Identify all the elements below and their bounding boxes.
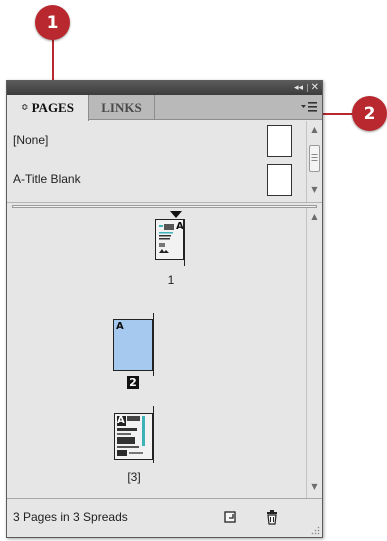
tab-pages-label: PAGES [31, 100, 74, 115]
master-item-none[interactable]: [None] [7, 122, 300, 160]
page-number-label: [3] [127, 470, 141, 484]
collapse-panel-icon[interactable]: ◂◂ [294, 81, 303, 95]
callout-2-number: 2 [363, 103, 376, 124]
master-thumbnail[interactable] [267, 164, 292, 196]
master-label: A-Title Blank [13, 172, 81, 186]
grip-lines-icon [311, 154, 318, 161]
page-thumbnail-1[interactable]: A [155, 219, 184, 260]
master-prefix: A [117, 415, 125, 426]
tab-pages[interactable]: ≎ PAGES [7, 95, 89, 121]
scroll-down-arrow-icon[interactable]: ▼ [307, 185, 322, 197]
pages-panel: ◂◂ ✕ ≎ PAGES LINKS [None] A-Title Blank … [6, 80, 323, 538]
new-page-icon[interactable] [222, 509, 238, 525]
delete-page-icon[interactable] [264, 509, 280, 525]
scrollbar-thumb[interactable] [309, 145, 320, 172]
master-label: [None] [13, 133, 49, 147]
master-prefix: A [176, 221, 184, 232]
tab-links[interactable]: LINKS [89, 95, 155, 120]
spread-spine [153, 406, 154, 463]
callout-1-number: 1 [46, 12, 59, 33]
spread-spine [184, 219, 185, 266]
master-item-a-title-blank[interactable]: A-Title Blank [7, 161, 300, 199]
current-spread-indicator-icon [170, 211, 182, 218]
masters-scrollbar[interactable]: ▲ ▼ [306, 121, 322, 202]
pages-section: A 1 A 2 A [3] ▲ ▼ [7, 208, 322, 499]
master-prefix: A [116, 321, 124, 332]
masters-section: [None] A-Title Blank ▲ ▼ [7, 121, 322, 202]
panel-status-bar: 3 Pages in 3 Spreads [7, 498, 322, 537]
tab-cycle-arrows-icon: ≎ [21, 103, 29, 113]
panel-tab-bar: ≎ PAGES LINKS [7, 95, 322, 121]
close-panel-icon[interactable]: ✕ [311, 81, 319, 95]
callout-1-badge: 1 [35, 5, 70, 40]
page-number-label: 1 [167, 273, 175, 287]
scroll-up-arrow-icon[interactable]: ▲ [307, 212, 322, 224]
page-thumbnail-2[interactable]: A [113, 319, 153, 371]
page-count-status: 3 Pages in 3 Spreads [13, 510, 128, 524]
spread-spine [153, 313, 154, 376]
resize-grip-icon[interactable] [310, 525, 320, 535]
callout-2-badge: 2 [352, 96, 387, 131]
pages-scrollbar[interactable]: ▲ ▼ [306, 208, 322, 499]
scroll-up-arrow-icon[interactable]: ▲ [307, 125, 322, 137]
title-bar-separator [307, 84, 308, 92]
panel-menu-icon[interactable] [301, 100, 317, 114]
page-number-label-selected: 2 [127, 376, 139, 389]
scroll-down-arrow-icon[interactable]: ▼ [307, 482, 322, 494]
panel-title-bar[interactable]: ◂◂ ✕ [7, 81, 322, 95]
tab-links-label: LINKS [101, 99, 142, 115]
page-thumbnail-3[interactable]: A [114, 413, 153, 460]
master-thumbnail[interactable] [267, 125, 292, 157]
